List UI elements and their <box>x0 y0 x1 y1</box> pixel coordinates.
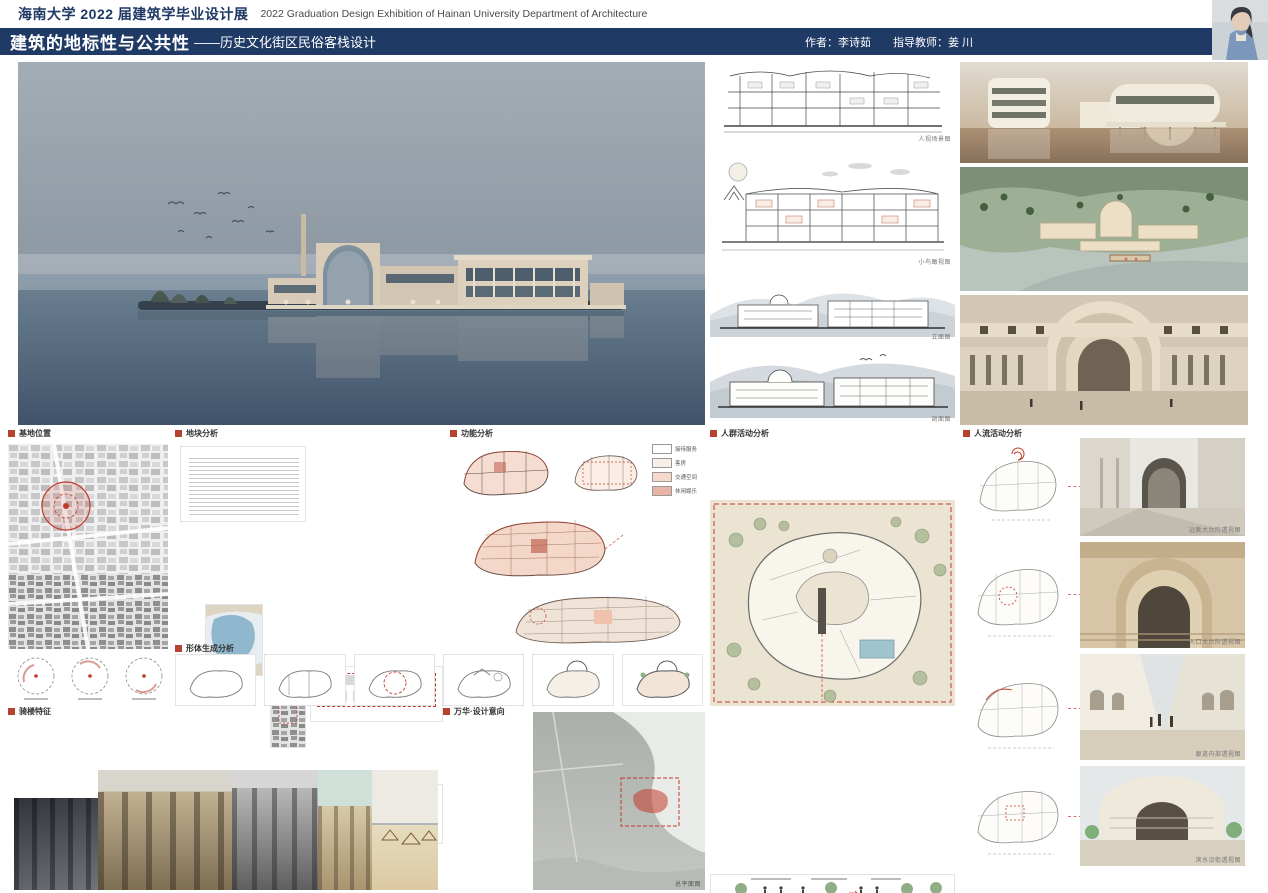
render-thumb-2: 入口大台阶透视图 <box>1080 542 1245 648</box>
flow-axon-4 <box>962 766 1072 866</box>
site-location-map <box>8 444 168 649</box>
author-name: 作者：李诗茹 <box>805 34 871 50</box>
drawing-caption: 剖面图 <box>931 414 951 423</box>
spiral-stair-icon <box>1012 448 1024 460</box>
drawing-caption: 小鸟瞰视图 <box>918 257 951 266</box>
legend-swatch <box>652 472 672 482</box>
section-label-design-intent: 万华·设计意向 <box>443 706 505 717</box>
exhibition-title-cn: 海南大学 2022 届建筑学毕业设计展 <box>18 4 248 24</box>
section-marker-icon <box>175 430 182 437</box>
flow-axon-2 <box>962 540 1072 652</box>
exhibition-poster: 海南大学 2022 届建筑学毕业设计展 2022 Graduation Desi… <box>0 0 1268 893</box>
function-exploded-plan-2 <box>498 586 698 650</box>
render-waterfront <box>960 62 1248 163</box>
section-label-qilou-features: 骑楼特征 <box>8 706 51 717</box>
flow-axon-3 <box>962 656 1072 762</box>
section-marker-icon <box>710 430 717 437</box>
project-title-bar: 建筑的地标性与公共性 ——历史文化街区民俗客栈设计 <box>0 28 1212 55</box>
section-marker-icon <box>443 708 450 715</box>
qilou-photo-dark <box>14 798 98 890</box>
section-marker-icon <box>8 708 15 715</box>
render-caption: 入口大台阶透视图 <box>1189 637 1241 646</box>
qilou-beach-sketch <box>372 770 438 890</box>
qilou-photo-street-color <box>98 770 232 890</box>
design-intent-site-map: 总平面图 <box>533 712 705 890</box>
function-plan-1 <box>452 438 562 504</box>
plot-analysis-text <box>180 446 306 522</box>
render-thumb-3: 廊道内部透视图 <box>1080 654 1245 760</box>
render-arch-closeup <box>960 295 1248 425</box>
form-step-3 <box>354 654 435 706</box>
section-label-site-location: 基地位置 <box>8 428 51 439</box>
author-portrait-illustration <box>1212 0 1268 60</box>
legend-swatch <box>652 458 672 468</box>
render-caption: 远眺大台阶透视图 <box>1189 525 1241 534</box>
flow-axon-1 <box>962 436 1072 536</box>
qilou-photo-palms <box>318 770 372 890</box>
legend-label: 接待服务 <box>675 445 697 453</box>
function-plan-2 <box>565 442 647 500</box>
poster-header: 海南大学 2022 届建筑学毕业设计展 2022 Graduation Desi… <box>0 0 1268 28</box>
form-step-6 <box>622 654 703 706</box>
advisor-name: 指导教师：姜 川 <box>893 34 973 50</box>
project-title: 建筑的地标性与公共性 <box>10 29 190 54</box>
legend-swatch <box>652 486 672 496</box>
section-marker-icon <box>175 645 182 652</box>
legend-swatch <box>652 444 672 454</box>
section-drawing-4: 剖面图 <box>710 348 955 425</box>
legend-label: 交通空间 <box>675 473 697 481</box>
activity-strip-day <box>710 874 955 893</box>
detail-site-plan <box>710 500 955 706</box>
form-step-4 <box>443 654 524 706</box>
function-exploded-plan-1 <box>455 505 625 585</box>
section-label-plot-analysis: 地块分析 <box>175 428 218 439</box>
section-label-crowd-activity: 人群活动分析 <box>710 428 769 439</box>
paragraph-text-lines <box>189 455 299 515</box>
pool <box>860 640 894 658</box>
section-marker-icon <box>450 430 457 437</box>
render-aerial <box>960 167 1248 291</box>
site-bubble-diagrams <box>10 654 168 704</box>
legend-label: 休闲娱乐 <box>675 487 697 495</box>
function-legend: 接待服务 客房 交通空间 休闲娱乐 <box>652 444 706 508</box>
elevation-drawing: 立面图 <box>710 275 955 343</box>
hero-lake-illustration <box>18 62 705 425</box>
exhibition-title-en: 2022 Graduation Design Exhibition of Hai… <box>260 8 647 20</box>
legend-label: 客房 <box>675 459 686 467</box>
form-step-5 <box>532 654 613 706</box>
render-caption: 滨水沿街透视图 <box>1195 855 1241 864</box>
section-drawing-2: 小鸟瞰视图 <box>710 150 955 268</box>
credits: 作者：李诗茹 指导教师：姜 川 <box>805 28 973 55</box>
form-generation-row <box>175 654 703 706</box>
drawing-caption: 人视场景图 <box>918 134 951 143</box>
hero-render <box>18 62 705 425</box>
render-thumb-1: 远眺大台阶透视图 <box>1080 438 1245 536</box>
form-step-2 <box>264 654 345 706</box>
section-marker-icon <box>8 430 15 437</box>
author-photo <box>1212 0 1268 60</box>
sun-icon <box>729 163 747 181</box>
qilou-photo-arcade-bw <box>232 770 318 890</box>
section-drawing-1: 人视场景图 <box>710 62 955 145</box>
site-marker-icon <box>63 503 69 509</box>
form-step-1 <box>175 654 256 706</box>
render-caption: 廊道内部透视图 <box>1195 749 1241 758</box>
render-thumb-4: 滨水沿街透视图 <box>1080 766 1245 866</box>
drawing-caption: 立面图 <box>931 332 951 341</box>
section-label-form-generation: 形体生成分析 <box>175 643 234 654</box>
site-plan-caption: 总平面图 <box>675 879 701 888</box>
project-subtitle: ——历史文化街区民俗客栈设计 <box>194 32 376 51</box>
